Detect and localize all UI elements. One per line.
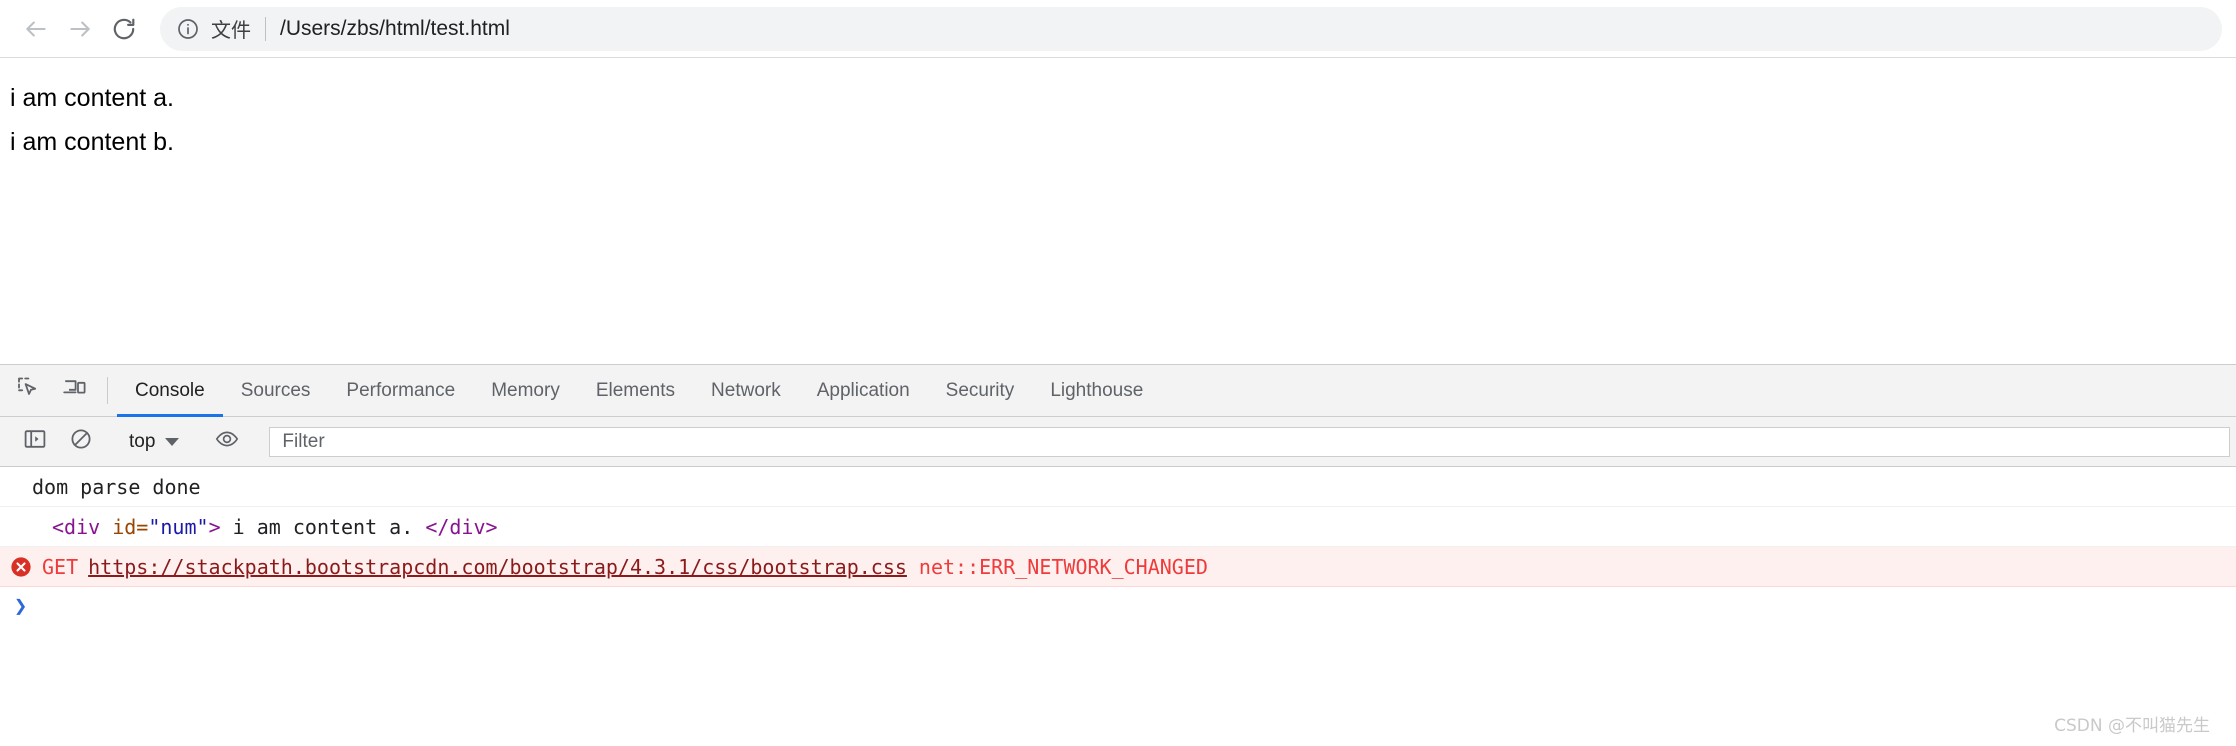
console-error-row[interactable]: GET https://stackpath.bootstrapcdn.com/b… (0, 547, 2236, 587)
dom-tag-open: <div (52, 514, 101, 539)
context-label: top (129, 430, 156, 452)
tab-label: Lighthouse (1050, 379, 1144, 401)
devtools-panel: Console Sources Performance Memory Eleme… (0, 364, 2236, 746)
scheme-label: 文件 (211, 18, 251, 42)
device-toolbar-button[interactable] (52, 365, 98, 416)
address-bar[interactable]: 文件 /Users/zbs/html/test.html (160, 6, 2222, 51)
console-log-text: dom parse done (32, 474, 201, 499)
console-toolbar: top Filter (0, 417, 2236, 467)
dom-attr-name: id= (100, 514, 149, 539)
tab-label: Console (135, 379, 205, 401)
dom-tag-close: > (208, 514, 221, 539)
arrow-right-icon (67, 16, 93, 42)
console-dom-text: <div id="num"> i am content a. </div> (0, 515, 498, 539)
tab-application[interactable]: Application (799, 365, 928, 416)
tab-elements[interactable]: Elements (578, 365, 693, 416)
devtools-tabbar: Console Sources Performance Memory Eleme… (0, 365, 2236, 417)
devtools-tabs: Console Sources Performance Memory Eleme… (117, 365, 1161, 417)
forward-button[interactable] (58, 7, 102, 51)
tab-console[interactable]: Console (117, 365, 223, 417)
console-sidebar-icon (23, 427, 47, 456)
page-line-a: i am content a. (10, 84, 174, 112)
console-prompt-row[interactable]: ❯ (0, 587, 2236, 627)
console-log-row[interactable]: dom parse done (0, 467, 2236, 507)
chevron-down-icon (165, 437, 180, 446)
inspect-element-button[interactable] (6, 365, 52, 416)
url-text: /Users/zbs/html/test.html (280, 16, 510, 40)
tab-memory[interactable]: Memory (473, 365, 578, 416)
omnibox-divider (265, 16, 266, 41)
live-expression-button[interactable] (204, 427, 250, 456)
tab-security[interactable]: Security (928, 365, 1033, 416)
console-sidebar-button[interactable] (12, 427, 58, 456)
tabbar-divider (107, 377, 108, 404)
dom-inner-text: i am content a. (220, 514, 426, 539)
tab-sources[interactable]: Sources (223, 365, 329, 416)
tab-label: Security (945, 379, 1015, 401)
error-detail: net::ERR_NETWORK_CHANGED (918, 554, 1208, 579)
tab-label: Sources (240, 379, 311, 401)
console-dom-row[interactable]: <div id="num"> i am content a. </div> (0, 507, 2236, 547)
error-method: GET (42, 554, 79, 579)
back-button[interactable] (14, 7, 58, 51)
arrow-left-icon (23, 16, 49, 42)
tab-label: Network (711, 379, 781, 401)
watermark: CSDN @不叫猫先生 (2054, 716, 2210, 736)
console-message-list: dom parse done <div id="num"> i am conte… (0, 467, 2236, 746)
error-url-link[interactable]: https://stackpath.bootstrapcdn.com/boots… (88, 555, 907, 579)
dom-attr-value: "num" (148, 514, 209, 539)
tab-performance[interactable]: Performance (328, 365, 473, 416)
page-line-b: i am content b. (10, 128, 174, 156)
inspect-element-icon (17, 376, 41, 405)
execution-context-select[interactable]: top (123, 431, 185, 453)
error-circle-icon (10, 556, 32, 578)
clear-console-icon (69, 427, 93, 456)
clear-console-button[interactable] (58, 427, 104, 456)
tab-label: Memory (491, 379, 560, 401)
reload-button[interactable] (102, 7, 146, 51)
tab-label: Elements (595, 379, 676, 401)
dom-tag-end: </div> (425, 514, 498, 539)
tab-lighthouse[interactable]: Lighthouse (1032, 365, 1161, 416)
tab-label: Application (816, 379, 910, 401)
tab-label: Performance (346, 379, 456, 401)
page-content: i am content a. i am content b. (0, 58, 2236, 364)
reload-icon (111, 16, 137, 42)
prompt-caret-icon: ❯ (14, 594, 28, 619)
filter-input[interactable]: Filter (269, 426, 2230, 457)
live-expression-eye-icon (215, 427, 239, 456)
browser-toolbar: 文件 /Users/zbs/html/test.html (0, 0, 2236, 58)
info-circle-icon[interactable] (176, 17, 200, 41)
filter-placeholder: Filter (282, 430, 325, 452)
tab-network[interactable]: Network (693, 365, 799, 416)
device-toolbar-icon (63, 376, 87, 405)
